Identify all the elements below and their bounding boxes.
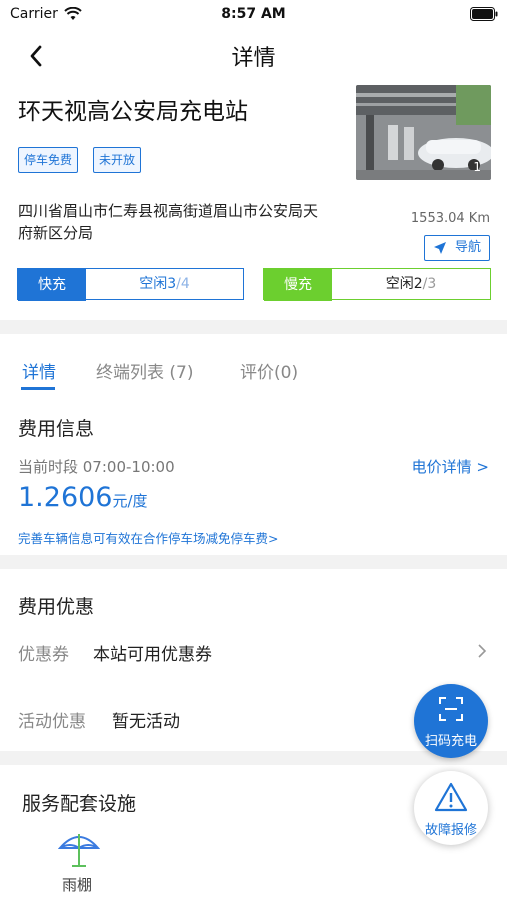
page-title: 详情: [231, 46, 276, 71]
distance-label: 1553.04 Km: [410, 211, 490, 226]
station-photo-image: [356, 85, 491, 180]
tag-not-open: 未开放: [93, 147, 142, 173]
current-period: 当前时段 07:00-10:00: [18, 458, 175, 476]
slow-charge-label: 慢充: [264, 269, 332, 301]
scan-charge-label: 扫码充电: [424, 734, 477, 749]
fee-section-title: 费用信息: [18, 418, 95, 440]
clock: 8:57 AM: [221, 6, 286, 22]
tab-terminal-list[interactable]: 终端列表 (7): [96, 358, 193, 383]
fast-charge-status[interactable]: 快充 空闲3/4: [17, 268, 244, 301]
slow-charge-status[interactable]: 慢充 空闲2/3: [263, 268, 491, 301]
station-name: 环天视高公安局充电站: [18, 99, 248, 125]
activity-row: 活动优惠 暂无活动: [0, 697, 400, 739]
fast-charge-availability: 空闲3/4: [86, 269, 243, 299]
coupon-label: 优惠券: [18, 645, 69, 665]
promo-link[interactable]: 完善车辆信息可有效在合作停车场减免停车费>: [18, 528, 278, 547]
navigate-label: 导航: [455, 240, 482, 255]
fault-report-button[interactable]: 故障报修: [414, 771, 488, 845]
fast-charge-label: 快充: [18, 269, 86, 301]
divider: [0, 320, 507, 334]
tag-free-parking: 停车免费: [18, 147, 79, 173]
divider: [0, 751, 507, 765]
divider: [0, 555, 507, 569]
umbrella-icon: [58, 834, 100, 867]
coupon-row[interactable]: 优惠券 本站可用优惠券: [0, 630, 507, 672]
navigation-bar: 详情: [0, 30, 507, 80]
activity-value: 暂无活动: [112, 712, 180, 732]
tab-details[interactable]: 详情: [22, 358, 56, 383]
navigation-arrow-icon: [434, 242, 446, 254]
navigate-button[interactable]: 导航: [424, 235, 490, 261]
status-bar: Carrier 8:57 AM: [0, 0, 507, 30]
price-display: 1.2606元/度: [18, 482, 148, 513]
facility-canopy: 雨棚: [52, 832, 106, 894]
warning-icon: [434, 782, 468, 812]
tab-active-indicator: [21, 387, 55, 390]
station-address: 四川省眉山市仁寿县视高街道眉山市公安局天府新区分局: [18, 202, 319, 242]
discount-section-title: 费用优惠: [18, 596, 95, 618]
price-value: 1.2606: [18, 482, 113, 513]
station-photo[interactable]: 1: [356, 85, 491, 180]
slow-charge-availability: 空闲2/3: [332, 269, 490, 299]
scan-icon: [439, 697, 463, 721]
price-unit: 元/度: [112, 492, 148, 510]
facilities-section-title: 服务配套设施: [22, 793, 137, 815]
tab-reviews[interactable]: 评价(0): [240, 358, 298, 383]
coupon-value: 本站可用优惠券: [93, 645, 212, 665]
photo-counter: 1: [473, 160, 481, 174]
fault-report-label: 故障报修: [424, 823, 477, 838]
battery-icon: [470, 7, 498, 21]
activity-label: 活动优惠: [18, 712, 86, 732]
scan-charge-button[interactable]: 扫码充电: [414, 684, 488, 758]
facility-canopy-label: 雨棚: [62, 876, 93, 894]
chevron-right-icon: [478, 644, 487, 658]
price-detail-link[interactable]: 电价详情 >: [412, 456, 489, 477]
